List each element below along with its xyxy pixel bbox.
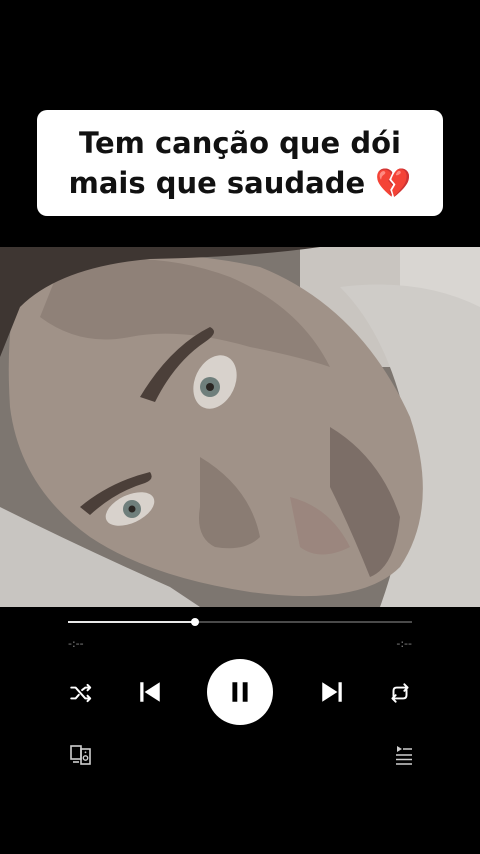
time-remaining: -:-- <box>396 637 412 650</box>
caption-line-2: mais que saudade 💔 <box>68 166 412 200</box>
devices-icon <box>70 745 91 765</box>
progress-thumb[interactable] <box>191 618 200 626</box>
progress-fill <box>68 621 196 623</box>
queue-button[interactable] <box>390 743 416 767</box>
pause-icon <box>232 682 248 702</box>
devices-button[interactable] <box>68 743 94 767</box>
queue-icon <box>396 746 412 765</box>
shuffle-button[interactable] <box>66 678 96 708</box>
shuffle-icon <box>70 683 92 703</box>
skip-previous-icon <box>140 682 160 702</box>
play-pause-button[interactable] <box>207 659 273 725</box>
video-still <box>0 247 480 607</box>
repeat-button[interactable] <box>385 678 415 708</box>
caption-box: Tem canção que dói mais que saudade 💔 <box>37 110 443 216</box>
progress-track[interactable] <box>68 618 412 626</box>
previous-button[interactable] <box>135 677 165 707</box>
skip-next-icon <box>322 682 342 702</box>
next-button[interactable] <box>317 677 347 707</box>
repeat-icon <box>391 683 409 703</box>
video-frame[interactable] <box>0 247 480 607</box>
caption-line-1: Tem canção que dói <box>79 126 401 160</box>
time-elapsed: -:-- <box>68 637 84 650</box>
